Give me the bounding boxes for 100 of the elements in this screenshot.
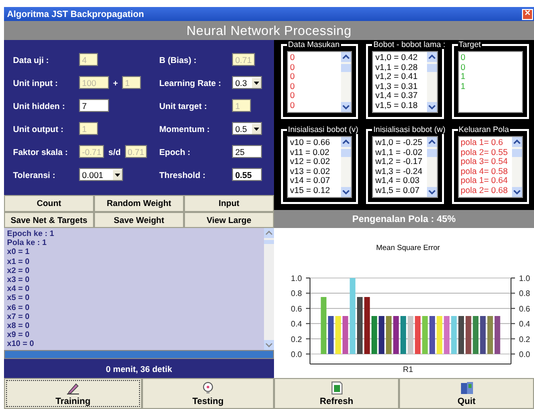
axis-tick-label: 0.4 <box>519 320 530 329</box>
log-line: x0 = 1 <box>7 247 30 257</box>
list-item[interactable]: v1,1 = 0.28 <box>375 62 425 72</box>
action-button[interactable]: Save Weight <box>94 212 184 228</box>
list-item[interactable]: v1,0 = 0.42 <box>375 53 425 63</box>
list-item[interactable]: 0 <box>290 91 340 101</box>
axis-tick-label: 1.0 <box>519 274 530 283</box>
dropdown[interactable]: 0.001 <box>79 168 123 181</box>
field-label: Unit target : <box>159 100 208 110</box>
spreadsheet-icon <box>330 381 344 395</box>
field-label: Threshold : <box>159 170 206 180</box>
field-label: Faktor skala : <box>13 146 69 156</box>
list-box[interactable]: v10 = 0.66 v11 = 0.02 v12 = 0.02 v13 = 0.02 v14 = 0.07 v15 = 0.12 <box>287 136 352 198</box>
action-button[interactable]: Input <box>184 195 274 212</box>
list-item[interactable]: pola 2= 0.68 <box>460 186 510 196</box>
action-button[interactable]: Random Weight <box>94 195 184 212</box>
scroll-down-icon[interactable] <box>512 187 522 197</box>
scroll-up-icon[interactable] <box>512 137 522 147</box>
list-item[interactable]: pola 2= 0.55 <box>460 148 510 158</box>
group-title: Keluaran Pola <box>458 125 510 134</box>
list-item[interactable]: v1,4 = 0.37 <box>375 91 425 101</box>
list-item[interactable]: v13 = 0.02 <box>290 166 340 176</box>
input-field[interactable]: 0.55 <box>232 168 262 181</box>
list-item[interactable]: 0 <box>290 62 340 72</box>
list-item[interactable]: pola 1= 0.6 <box>460 138 510 148</box>
list-item[interactable]: w1,0 = -0.25 <box>375 138 425 148</box>
log-line: x3 = 0 <box>7 275 30 284</box>
scroll-up-icon[interactable] <box>426 137 437 147</box>
list-item[interactable]: v14 = 0.07 <box>290 176 340 186</box>
list-item[interactable]: 0 <box>290 100 340 111</box>
nav-button[interactable]: Testing <box>142 378 274 409</box>
input-field[interactable]: 7 <box>79 99 109 112</box>
scrollbar[interactable] <box>341 52 352 112</box>
scroll-down-icon[interactable] <box>426 102 437 112</box>
list-item[interactable]: w1,3 = -0.24 <box>375 166 425 176</box>
scroll-up-icon[interactable] <box>341 52 352 62</box>
list-box[interactable]: 0 0 0 0 0 0 <box>287 51 352 113</box>
list-item[interactable]: 0 <box>290 72 340 82</box>
scrollbar[interactable] <box>426 52 437 112</box>
scroll-down-icon[interactable] <box>426 187 437 197</box>
group-title: Inisialisasi bobot (v) <box>287 125 360 134</box>
list-item[interactable]: w1,4 = 0.03 <box>375 176 425 186</box>
log-line: x8 = 0 <box>7 321 30 330</box>
list-item[interactable]: w1,5 = 0.07 <box>375 186 425 196</box>
axis-tick-label: 0.2 <box>290 334 302 344</box>
field-label: Epoch : <box>159 146 192 156</box>
list-item[interactable]: pola 1= 0.64 <box>460 176 510 186</box>
field-label: Unit hidden : <box>13 100 66 110</box>
axis-tick-label: 0.6 <box>290 304 302 314</box>
axis-tick-label: 1.0 <box>290 274 302 283</box>
axis-tick-label: 0.8 <box>519 289 530 298</box>
list-item[interactable]: w1,2 = -0.17 <box>375 157 425 167</box>
scroll-up-icon[interactable] <box>426 52 437 62</box>
separator-label: + <box>113 78 118 88</box>
list-box[interactable]: w1,0 = -0.25 w1,1 = -0.02 w1,2 = -0.17 w1,3 = -0.24 w1,4 = 0.03 w1,5 = 0.07 <box>372 136 438 198</box>
action-button[interactable]: View Large <box>184 212 274 228</box>
log-line: x1 = 0 <box>7 256 30 266</box>
list-item[interactable]: v1,2 = 0.41 <box>375 72 425 82</box>
list-item[interactable]: v10 = 0.66 <box>290 138 340 148</box>
list-item[interactable]: pola 4= 0.58 <box>460 166 510 176</box>
elapsed-time: 0 menit, 36 detik <box>106 364 172 374</box>
log-line: Pola ke : 1 <box>7 238 48 248</box>
scroll-down-icon[interactable] <box>341 187 352 197</box>
dropdown[interactable]: 0.3 <box>232 76 262 89</box>
list-item[interactable]: v11 = 0.02 <box>290 148 340 158</box>
nav-button[interactable]: Training <box>4 378 142 409</box>
group-title: Target <box>458 40 482 49</box>
dropdown[interactable]: 0.5 <box>232 122 262 135</box>
list-item[interactable]: v1,5 = 0.18 <box>375 100 425 111</box>
close-button[interactable]: × <box>522 8 533 20</box>
axis-tick-label: 0.8 <box>290 289 302 298</box>
list-item[interactable]: v12 = 0.02 <box>290 157 340 167</box>
log-line: x5 = 0 <box>7 293 30 303</box>
nav-button[interactable]: Quit <box>399 378 534 409</box>
action-button[interactable]: Count <box>4 195 94 212</box>
field-label: Toleransi : <box>13 170 56 180</box>
scroll-up-icon[interactable] <box>341 137 352 147</box>
list-item[interactable]: v15 = 0.12 <box>290 186 340 196</box>
log-line: x9 = 0 <box>7 330 30 340</box>
list-box[interactable]: v1,0 = 0.42 v1,1 = 0.28 v1,2 = 0.41 v1,3 = 0.31 v1,4 = 0.37 v1,5 = 0.18 <box>372 51 438 113</box>
log-line: x2 = 0 <box>7 266 30 276</box>
list-item[interactable]: pola 3= 0.54 <box>460 157 510 167</box>
action-button[interactable]: Save Net & Targets <box>4 212 94 228</box>
list-item[interactable]: 0 <box>290 53 340 63</box>
input-field[interactable]: 25 <box>232 145 262 158</box>
list-item[interactable]: v1,3 = 0.31 <box>375 82 425 92</box>
exit-door-icon <box>460 381 474 395</box>
nav-button[interactable]: Refresh <box>274 378 399 409</box>
header-title: Neural Network Processing <box>186 23 352 38</box>
field-label: Unit input : <box>13 78 59 88</box>
scrollbar[interactable] <box>512 137 522 197</box>
axis-tick-label: 0.0 <box>290 350 302 359</box>
scrollbar[interactable] <box>341 137 352 197</box>
list-item[interactable]: w1,1 = -0.02 <box>375 148 425 158</box>
pencil-icon <box>66 381 80 395</box>
scroll-down-icon[interactable] <box>341 102 352 112</box>
field-label: Data uji : <box>13 54 50 64</box>
list-box[interactable]: pola 1= 0.6 pola 2= 0.55 pola 3= 0.54 pola 4= 0.58 pola 1= 0.64 pola 2= 0.68 <box>458 136 523 198</box>
list-item[interactable]: 0 <box>290 82 340 92</box>
scrollbar[interactable] <box>426 137 437 197</box>
